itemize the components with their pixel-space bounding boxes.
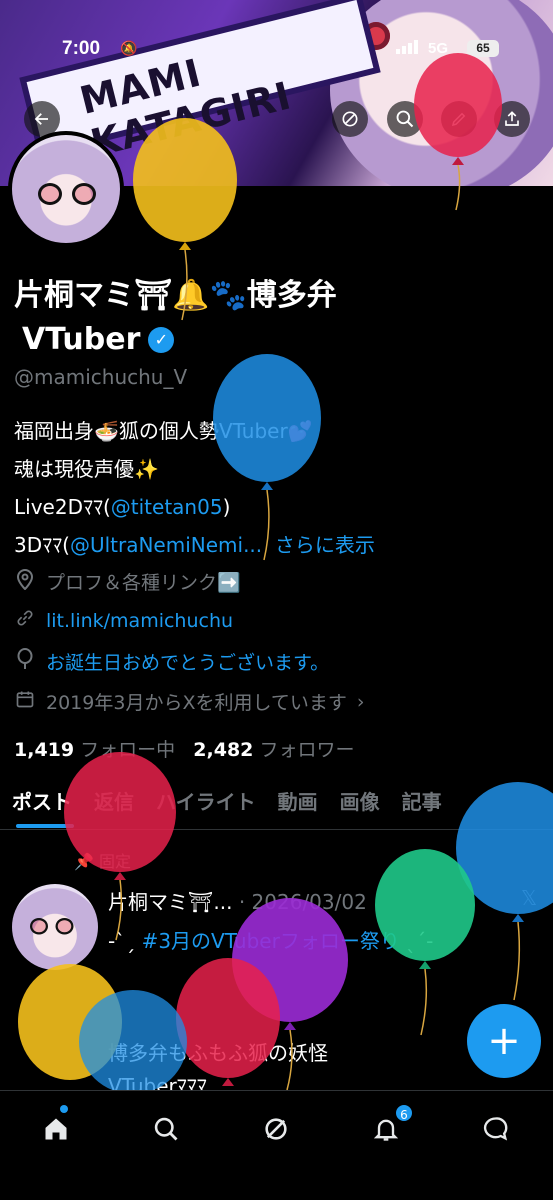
bio-mention-link-1[interactable]: @titetan05 (111, 495, 223, 519)
followers-count: 2,482 (193, 739, 254, 761)
bio-line-3-prefix: Live2Dﾏﾏ( (14, 495, 111, 519)
avatar-glasses (38, 183, 98, 205)
status-bar: 7:00 🔕 5G 65 (0, 0, 553, 59)
link-icon (14, 608, 36, 633)
profile-tabs: ポスト 返信 ハイライト 動画 画像 記事 (0, 782, 553, 830)
search-button[interactable] (387, 101, 423, 137)
home-icon (45, 1118, 67, 1140)
bio-line-3-suffix: ) (222, 495, 231, 519)
location-row: プロフ＆各種リンク➡️ (14, 568, 241, 595)
tab-highlights[interactable]: ハイライト (144, 782, 266, 829)
share-icon (505, 111, 519, 126)
profile-avatar[interactable] (8, 131, 124, 247)
pinned-text: 固定 (99, 852, 132, 871)
signal-icon (396, 40, 418, 54)
bio-line-2: 魂は現役声優✨ (14, 457, 159, 481)
explore-icon (154, 1117, 178, 1141)
messages-icon (483, 1117, 508, 1141)
post-hashtag[interactable]: #3月のVTuberフォロー祭り (142, 929, 400, 953)
edit-button[interactable] (441, 101, 477, 137)
verified-badge-icon[interactable]: ✓ (148, 326, 175, 353)
chevron-right-icon: › (356, 690, 365, 713)
nav-explore[interactable] (146, 1109, 186, 1149)
location-icon (14, 568, 36, 595)
post-line-2: 博多弁もふもふ狐の妖怪 (108, 1041, 328, 1065)
tab-posts[interactable]: ポスト (0, 782, 82, 829)
pinned-label: 📌 固定 (74, 848, 131, 872)
balloon-red-bottom (176, 958, 280, 1086)
post-header: 片桐マミ⛩... · 2026/03/02 (108, 886, 367, 915)
bio-line-4: 3Dﾏﾏ(@UltraNemiNemi... さらに表示 (14, 526, 375, 564)
following-link[interactable]: 1,419 フォロー中 (14, 739, 175, 761)
post-line-1-prefix: -ˋˏ (108, 929, 142, 953)
profile-name-line2: VTuber ✓ (22, 322, 175, 357)
profile-name: 片桐マミ⛩🔔🐾博多弁 (14, 278, 337, 313)
birthday-text[interactable]: お誕生日おめでとうございます。 (46, 648, 329, 675)
notification-badge: 6 (394, 1103, 414, 1123)
following-label: フォロー中 (80, 739, 176, 761)
bio-mention-link-2[interactable]: @UltraNemiNemi... (70, 533, 262, 557)
nav-messages[interactable] (476, 1109, 516, 1149)
back-icon (34, 113, 48, 125)
share-button[interactable] (494, 101, 530, 137)
network-type: 5G (428, 40, 449, 57)
balloon-icon (14, 648, 36, 675)
battery-level: 65 (467, 40, 499, 57)
bio-line-4-prefix: 3Dﾏﾏ( (14, 533, 70, 557)
edit-icon (451, 112, 466, 127)
bio-line-3: Live2Dﾏﾏ(@titetan05) (14, 488, 375, 526)
grok-icon (342, 111, 358, 127)
tab-replies[interactable]: 返信 (82, 782, 144, 829)
birthday-row: お誕生日おめでとうございます。 (14, 648, 329, 675)
post-date: · 2026/03/02 (238, 890, 367, 914)
post-author[interactable]: 片桐マミ⛩... (108, 890, 232, 914)
website-link[interactable]: lit.link/mamichuchu (46, 610, 233, 632)
silent-mode-icon: 🔕 (120, 40, 138, 56)
joined-text: 2019年3月からXを利用しています (46, 692, 347, 714)
post-avatar[interactable] (12, 884, 98, 970)
pin-icon: 📌 (74, 852, 94, 871)
plus-icon: + (487, 1018, 521, 1064)
profile-name-suffix: VTuber (22, 322, 141, 357)
grok-nav-icon (265, 1118, 287, 1140)
show-more-link[interactable]: さらに表示 (275, 533, 375, 557)
nav-home[interactable] (36, 1109, 76, 1149)
bottom-navigation: 6 (0, 1090, 553, 1200)
post-more-icon[interactable]: 𝕏 (521, 886, 537, 910)
bio-line-1: 福岡出身🍜狐の個人勢VTuber💕 (14, 419, 313, 443)
nav-grok[interactable] (256, 1109, 296, 1149)
profile-handle: @mamichuchu_V (14, 365, 188, 389)
profile-bio: 福岡出身🍜狐の個人勢VTuber💕 魂は現役声優✨ Live2Dﾏﾏ(@tite… (14, 412, 375, 564)
follow-stats: 1,419 フォロー中 2,482 フォロワー (14, 735, 354, 762)
home-unread-dot (60, 1105, 68, 1113)
followers-label: フォロワー (259, 739, 355, 761)
joined-row[interactable]: 2019年3月からXを利用しています › (14, 688, 365, 715)
search-icon (396, 110, 414, 128)
post-line-1-suffix: ˎˊ- (399, 929, 434, 953)
status-time: 7:00 (62, 38, 101, 59)
post-avatar-glasses (30, 918, 75, 935)
compose-button[interactable]: + (467, 1004, 541, 1078)
tab-videos[interactable]: 動画 (266, 782, 328, 829)
tab-articles[interactable]: 記事 (390, 782, 452, 829)
following-count: 1,419 (14, 739, 75, 761)
calendar-icon (14, 689, 36, 714)
location-text: プロフ＆各種リンク➡️ (46, 572, 241, 594)
website-row: lit.link/mamichuchu (14, 608, 233, 633)
grok-button[interactable] (332, 101, 368, 137)
balloon-yellow-bottom (18, 964, 122, 1080)
post-line-1: -ˋˏ #3月のVTuberフォロー祭り ˎˊ- (108, 925, 433, 954)
followers-link[interactable]: 2,482 フォロワー (193, 739, 354, 761)
tab-photos[interactable]: 画像 (328, 782, 390, 829)
